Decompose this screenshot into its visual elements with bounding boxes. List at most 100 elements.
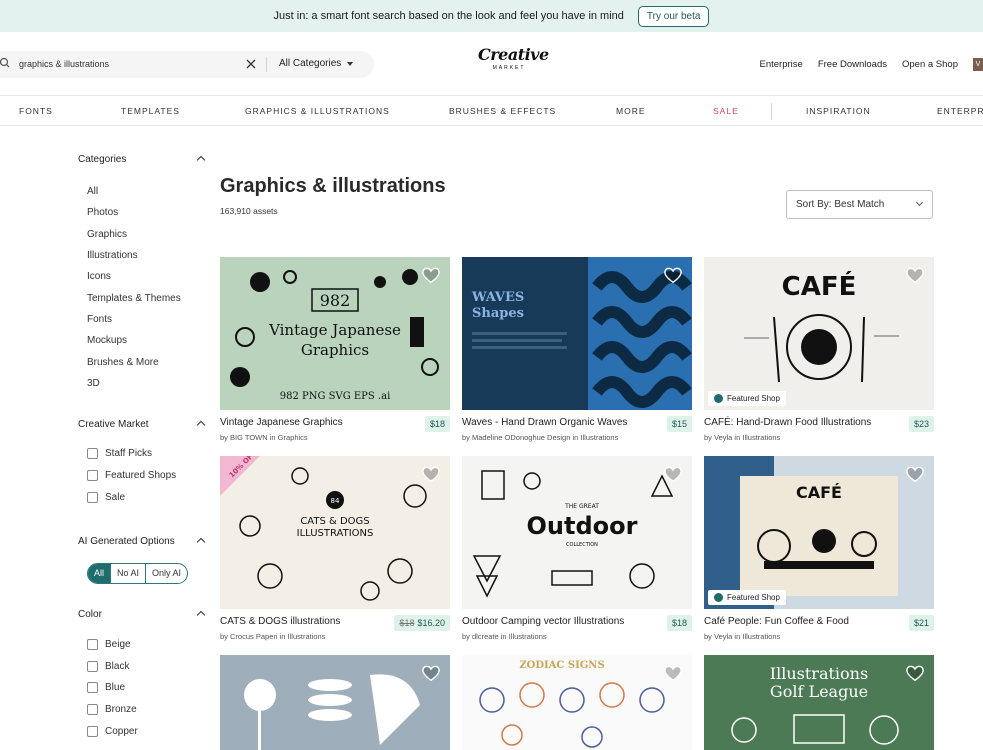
featured-shops-option[interactable]: Featured Shops	[87, 470, 176, 481]
nav-fonts[interactable]: FONTS	[19, 106, 53, 116]
product-card[interactable]: CAFÉ Featured Shop Café People: Fun Coff…	[704, 456, 934, 646]
nav-templates[interactable]: TEMPLATES	[121, 106, 180, 116]
product-title[interactable]: Café People: Fun Coffee & Food	[704, 616, 849, 627]
product-title[interactable]: CATS & DOGS illustrations	[220, 616, 340, 627]
product-card[interactable]: 982 Vintage Japanese Graphics 982 PNG SV…	[220, 257, 450, 447]
categories-filter-header[interactable]: Categories	[78, 154, 206, 165]
category-link-templates[interactable]: Templates & Themes	[87, 293, 181, 304]
color-option-blue[interactable]: Blue	[87, 682, 125, 693]
product-thumbnail[interactable]	[220, 655, 450, 750]
avatar[interactable]: V	[973, 58, 983, 71]
product-byline[interactable]: by BIG TOWN in Graphics	[220, 433, 308, 442]
category-link-illustrations[interactable]: Illustrations	[87, 250, 138, 261]
color-option-bronze[interactable]: Bronze	[87, 704, 137, 715]
svg-text:CAFÉ: CAFÉ	[782, 270, 857, 302]
logo-sub: MARKET	[492, 65, 526, 71]
category-link-3d[interactable]: 3D	[87, 378, 100, 389]
color-filter-header[interactable]: Color	[78, 609, 206, 620]
search-input[interactable]	[19, 56, 234, 72]
heart-icon[interactable]	[906, 466, 924, 484]
nav-graphics[interactable]: GRAPHICS & ILLUSTRATIONS	[245, 106, 390, 116]
heart-icon[interactable]	[422, 267, 440, 285]
product-title[interactable]: Waves - Hand Drawn Organic Waves	[462, 417, 627, 428]
checkbox[interactable]	[87, 661, 98, 672]
checkbox[interactable]	[87, 704, 98, 715]
category-link-graphics[interactable]: Graphics	[87, 229, 127, 240]
product-byline[interactable]: by Crocus Paperi in Illustrations	[220, 632, 325, 641]
category-link-fonts[interactable]: Fonts	[87, 314, 112, 325]
product-byline[interactable]: by Veyla in Illustrations	[704, 632, 780, 641]
product-thumbnail[interactable]: ZODIAC SIGNS	[462, 655, 692, 750]
color-option-copper[interactable]: Copper	[87, 726, 138, 737]
nav-brushes[interactable]: BRUSHES & EFFECTS	[449, 106, 556, 116]
heart-icon[interactable]	[906, 665, 924, 683]
ai-option-all[interactable]: All	[88, 564, 111, 583]
thumbnail-art: WAVES Shapes	[471, 257, 692, 410]
ai-filter-header[interactable]: AI Generated Options	[78, 536, 206, 547]
product-thumbnail[interactable]: 10% OFF 84 CATS & DOGS ILLUSTRATIONS	[220, 456, 450, 609]
nav-sale[interactable]: SALE	[713, 106, 739, 116]
product-byline[interactable]: by Madeline ODonoghue Design in Illustra…	[462, 433, 618, 442]
category-link-icons[interactable]: Icons	[87, 271, 111, 282]
checkbox[interactable]	[87, 470, 98, 481]
product-card[interactable]: WAVES Shapes Waves - Hand Drawn Organic …	[462, 257, 692, 447]
category-select[interactable]: All Categories	[279, 58, 354, 69]
product-thumbnail[interactable]: CAFÉ Featured Shop	[704, 257, 934, 410]
heart-icon[interactable]	[664, 665, 682, 683]
checkbox[interactable]	[87, 682, 98, 693]
ai-option-only-ai[interactable]: Only AI	[145, 564, 187, 583]
color-option-beige[interactable]: Beige	[87, 639, 131, 650]
enterprise-link[interactable]: Enterprise	[760, 59, 803, 70]
creative-market-filter-header[interactable]: Creative Market	[78, 419, 206, 430]
svg-text:Graphics: Graphics	[301, 341, 369, 359]
chevron-up-icon	[196, 155, 206, 165]
open-shop-link[interactable]: Open a Shop	[902, 59, 958, 70]
nav-enterprise[interactable]: ENTERPRISE	[937, 106, 983, 116]
heart-icon[interactable]	[664, 267, 682, 285]
color-option-black[interactable]: Black	[87, 661, 129, 672]
svg-text:982 PNG SVG EPS .ai: 982 PNG SVG EPS .ai	[280, 391, 391, 402]
product-card[interactable]	[220, 655, 450, 750]
category-link-photos[interactable]: Photos	[87, 207, 118, 218]
product-thumbnail[interactable]: Illustrations Golf League	[704, 655, 934, 750]
product-byline[interactable]: by dlcreate in Illustrations	[462, 632, 547, 641]
product-card[interactable]: CAFÉ Featured Shop CAFÉ: Hand-Drawn Food…	[704, 257, 934, 447]
nav-more[interactable]: MORE	[616, 106, 646, 116]
checkbox[interactable]	[87, 726, 98, 737]
heart-icon[interactable]	[906, 267, 924, 285]
product-thumbnail[interactable]: WAVES Shapes	[462, 257, 692, 410]
checkbox[interactable]	[87, 492, 98, 503]
checkbox[interactable]	[87, 639, 98, 650]
product-card[interactable]: ZODIAC SIGNS	[462, 655, 692, 750]
staff-picks-option[interactable]: Staff Picks	[87, 448, 152, 459]
heart-icon[interactable]	[664, 466, 682, 484]
product-title[interactable]: Outdoor Camping vector Illustrations	[462, 616, 624, 627]
product-card[interactable]: 10% OFF 84 CATS & DOGS ILLUSTRATIONS CAT…	[220, 456, 450, 646]
category-link-all[interactable]: All	[87, 186, 98, 197]
heart-icon[interactable]	[422, 665, 440, 683]
try-beta-button[interactable]: Try our beta	[637, 5, 710, 27]
price-badge: $18 $16.20	[394, 615, 450, 631]
sort-select[interactable]: Sort By: Best Match	[786, 190, 933, 219]
nav-inspiration[interactable]: INSPIRATION	[806, 106, 871, 116]
product-thumbnail[interactable]: CAFÉ Featured Shop	[704, 456, 934, 609]
search-icon[interactable]	[0, 57, 12, 69]
sale-option[interactable]: Sale	[87, 492, 125, 503]
page-title: Graphics & illustrations	[220, 175, 446, 197]
category-link-brushes[interactable]: Brushes & More	[87, 357, 159, 368]
product-title[interactable]: CAFÉ: Hand-Drawn Food Illustrations	[704, 417, 871, 428]
ai-options-title: AI Generated Options	[78, 536, 175, 547]
logo[interactable]: Creative MARKET	[478, 47, 549, 72]
product-card[interactable]: THE GREAT Outdoor COLLECTION Outdoor Cam…	[462, 456, 692, 646]
category-link-mockups[interactable]: Mockups	[87, 335, 127, 346]
checkbox[interactable]	[87, 448, 98, 459]
product-thumbnail[interactable]: THE GREAT Outdoor COLLECTION	[462, 456, 692, 609]
product-card[interactable]: Illustrations Golf League	[704, 655, 934, 750]
free-downloads-link[interactable]: Free Downloads	[818, 59, 887, 70]
close-icon[interactable]	[245, 58, 257, 70]
ai-option-no-ai[interactable]: No AI	[110, 564, 145, 583]
heart-icon[interactable]	[422, 466, 440, 484]
product-thumbnail[interactable]: 982 Vintage Japanese Graphics 982 PNG SV…	[220, 257, 450, 410]
product-title[interactable]: Vintage Japanese Graphics	[220, 417, 343, 428]
product-byline[interactable]: by Veyla in Illustrations	[704, 433, 780, 442]
